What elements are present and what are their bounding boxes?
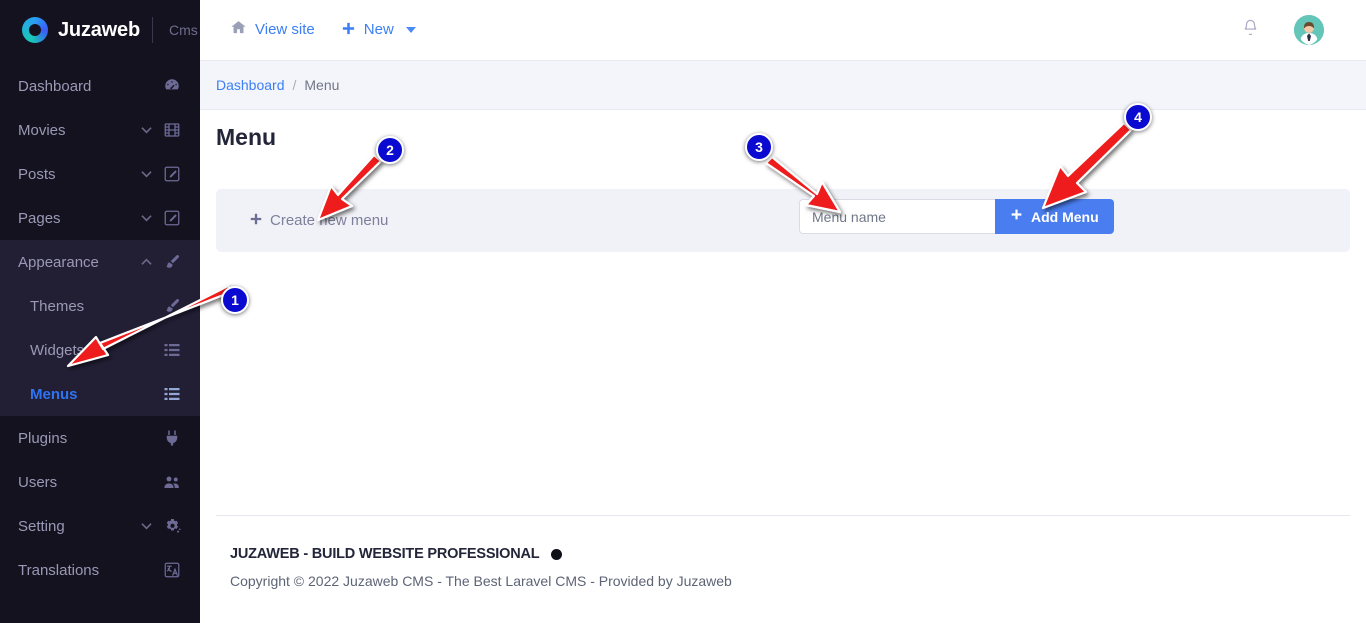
sidebar-item-pages[interactable]: Pages	[0, 196, 200, 240]
chevron-down-icon	[405, 26, 416, 33]
footer-dot-icon	[551, 548, 563, 560]
brand-name: Juzaweb	[58, 18, 140, 41]
footer-divider	[216, 515, 1350, 516]
chevron-down-icon	[141, 169, 152, 181]
footer: JUZAWEB - BUILD WEBSITE PROFESSIONAL Cop…	[230, 546, 732, 589]
plus-icon	[1010, 208, 1023, 225]
page-title: Menu	[216, 124, 277, 150]
chevron-down-icon	[141, 213, 152, 225]
sidebar-item-label: Appearance	[18, 253, 99, 271]
pencil-square-icon	[162, 208, 182, 228]
footer-copyright: Copyright © 2022 Juzaweb CMS - The Best …	[230, 573, 732, 589]
chevron-down-icon	[141, 125, 152, 137]
new-menu-button[interactable]: New	[341, 21, 416, 39]
main-content: Menu Create new menu Add Menu	[200, 110, 1366, 623]
add-menu-button[interactable]: Add Menu	[995, 199, 1114, 234]
avatar	[1294, 14, 1324, 45]
bell-icon	[1241, 18, 1260, 42]
sidebar-item-label: Dashboard	[18, 77, 92, 95]
sidebar-item-dashboard[interactable]: Dashboard	[0, 64, 200, 108]
translate-icon	[162, 560, 182, 580]
breadcrumb-dashboard-link[interactable]: Dashboard	[216, 77, 285, 93]
sidebar-item-setting[interactable]: Setting	[0, 504, 200, 548]
brand-divider	[151, 17, 153, 43]
add-menu-label: Add Menu	[1031, 208, 1099, 225]
sidebar-item-themes[interactable]: Themes	[0, 284, 200, 328]
sidebar-item-label: Themes	[30, 297, 85, 315]
topbar: View site New	[200, 0, 1366, 60]
paintbrush-icon	[162, 296, 182, 316]
film-icon	[162, 120, 182, 140]
juzaweb-logo-icon	[22, 17, 48, 43]
app-root: Juzaweb Cms Dashboard Movies Posts Pages…	[0, 0, 1366, 623]
notifications-button[interactable]	[1241, 18, 1268, 42]
footer-title-row: JUZAWEB - BUILD WEBSITE PROFESSIONAL	[230, 546, 732, 562]
create-new-menu-label: Create new menu	[270, 212, 389, 229]
breadcrumb-separator: /	[292, 77, 297, 93]
sidebar-item-users[interactable]: Users	[0, 460, 200, 504]
brand-subtitle: Cms	[168, 22, 198, 38]
add-menu-form: Add Menu	[799, 199, 1114, 234]
chevron-down-icon	[141, 521, 152, 533]
user-menu-button[interactable]	[1294, 14, 1332, 45]
gears-icon	[162, 516, 182, 536]
plug-icon	[162, 428, 182, 448]
plus-icon	[341, 21, 356, 39]
topbar-right-group	[1241, 14, 1366, 45]
list-icon	[162, 384, 182, 404]
sidebar-item-label: Users	[18, 473, 58, 491]
pencil-square-icon	[162, 164, 182, 184]
plus-icon	[249, 212, 263, 229]
sidebar-item-translations[interactable]: Translations	[0, 548, 200, 592]
sidebar-item-plugins[interactable]: Plugins	[0, 416, 200, 460]
breadcrumb: Dashboard / Menu	[200, 60, 1366, 110]
sidebar-item-label: Posts	[18, 165, 56, 183]
sidebar-item-posts[interactable]: Posts	[0, 152, 200, 196]
sidebar-nav: Dashboard Movies Posts Pages Appearance …	[0, 60, 200, 592]
sidebar-item-movies[interactable]: Movies	[0, 108, 200, 152]
sidebar-item-label: Movies	[18, 121, 66, 139]
sidebar-item-label: Menus	[30, 385, 78, 403]
sidebar: Juzaweb Cms Dashboard Movies Posts Pages…	[0, 0, 200, 623]
sidebar-item-appearance[interactable]: Appearance	[0, 240, 200, 284]
breadcrumb-current: Menu	[304, 77, 340, 93]
menu-name-input[interactable]	[799, 199, 995, 234]
list-icon	[162, 340, 182, 360]
sidebar-item-menus[interactable]: Menus	[0, 372, 200, 416]
paintbrush-icon	[162, 252, 182, 272]
users-icon	[162, 472, 182, 492]
create-new-menu-link[interactable]: Create new menu	[249, 212, 388, 229]
sidebar-item-label: Pages	[18, 209, 61, 227]
sidebar-item-label: Translations	[18, 561, 100, 579]
footer-title: JUZAWEB - BUILD WEBSITE PROFESSIONAL	[230, 546, 540, 562]
home-icon	[230, 19, 247, 40]
create-menu-panel: Create new menu Add Menu	[216, 189, 1350, 252]
new-label: New	[363, 21, 394, 38]
sidebar-item-label: Setting	[18, 517, 65, 535]
sidebar-item-label: Plugins	[18, 429, 68, 447]
view-site-label: View site	[255, 21, 315, 38]
view-site-link[interactable]: View site	[230, 19, 315, 40]
appearance-section: Appearance Themes Widgets Menus	[0, 240, 200, 416]
sidebar-item-label: Widgets	[30, 341, 85, 359]
dashboard-icon	[162, 76, 182, 96]
brand-logo[interactable]: Juzaweb Cms	[0, 0, 200, 60]
chevron-up-icon	[141, 257, 152, 269]
sidebar-item-widgets[interactable]: Widgets	[0, 328, 200, 372]
topbar-left-group: View site New	[200, 19, 416, 40]
